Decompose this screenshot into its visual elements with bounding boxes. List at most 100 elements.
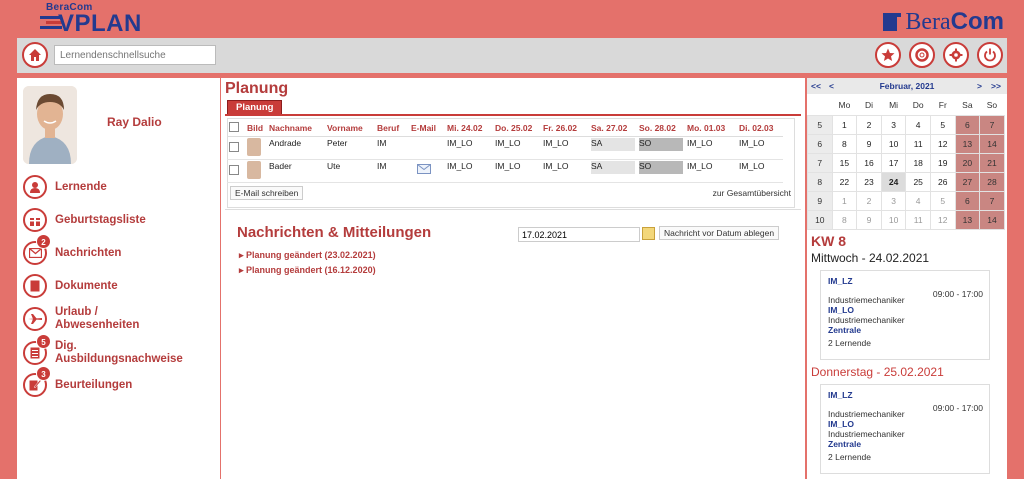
calendar-day[interactable]: 17 <box>880 152 907 173</box>
cell-nachname[interactable]: Bader <box>267 159 325 183</box>
cell-day[interactable]: IM_LO <box>737 136 783 160</box>
row-checkbox[interactable] <box>229 142 239 152</box>
calendar-day[interactable]: 22 <box>831 171 858 192</box>
cell-day[interactable]: IM_LO <box>445 136 493 160</box>
calendar-day[interactable]: 11 <box>905 209 931 230</box>
next-month-button[interactable]: > <box>977 81 982 91</box>
event-card[interactable]: IM_LZ 09:00 - 17:00 Industriemechaniker … <box>820 270 990 360</box>
archive-date-input[interactable] <box>518 227 640 242</box>
sidebar-item-beurteilungen[interactable]: 3 Beurteilungen <box>23 366 218 397</box>
tab-planung[interactable]: Planung <box>227 100 283 114</box>
calendar-picker-icon[interactable] <box>642 227 655 240</box>
calendar-day[interactable]: 8 <box>831 209 858 230</box>
calendar-day[interactable]: 1 <box>831 190 858 211</box>
calendar-day[interactable]: 5 <box>929 114 956 135</box>
event-card[interactable]: IM_LZ 09:00 - 17:00 Industriemechaniker … <box>820 384 990 474</box>
calendar-day[interactable]: 24 <box>880 171 907 192</box>
select-all-checkbox[interactable] <box>229 122 239 132</box>
cell-day[interactable]: IM_LO <box>541 136 589 160</box>
calendar-week-number[interactable]: 10 <box>807 209 833 230</box>
sidebar-item-dokumente[interactable]: Dokumente <box>23 274 218 298</box>
col-header[interactable]: Mi. 24.02 <box>445 120 493 137</box>
calendar-day[interactable]: 9 <box>856 133 882 154</box>
cell-day[interactable]: IM_LO <box>685 159 737 183</box>
cell-day[interactable]: IM_LO <box>493 159 541 183</box>
calendar-day[interactable]: 3 <box>880 190 907 211</box>
calendar-day[interactable]: 10 <box>880 133 907 154</box>
sidebar-item-urlaub[interactable]: Urlaub / Abwesenheiten <box>23 306 218 332</box>
calendar-day[interactable]: 5 <box>929 190 956 211</box>
col-header[interactable]: Di. 02.03 <box>737 120 783 137</box>
calendar-week-number[interactable]: 7 <box>807 152 833 173</box>
calendar-day[interactable]: 4 <box>905 114 931 135</box>
calendar-day[interactable]: 27 <box>954 171 981 192</box>
calendar-day[interactable]: 8 <box>831 133 858 154</box>
cell-day[interactable]: SA <box>591 138 635 151</box>
calendar-day[interactable]: 2 <box>856 190 882 211</box>
calendar-day[interactable]: 14 <box>979 133 1005 154</box>
calendar-day[interactable]: 7 <box>979 114 1005 135</box>
calendar-day[interactable]: 11 <box>905 133 931 154</box>
calendar-day[interactable]: 16 <box>856 152 882 173</box>
calendar-day[interactable]: 14 <box>979 209 1005 230</box>
cell-day[interactable]: IM_LO <box>737 159 783 183</box>
calendar-day[interactable]: 20 <box>954 152 981 173</box>
search-input[interactable] <box>54 45 216 65</box>
calendar-day[interactable]: 26 <box>929 171 956 192</box>
cell-day[interactable]: SA <box>591 161 635 174</box>
calendar-day[interactable]: 15 <box>831 152 858 173</box>
calendar-day[interactable]: 1 <box>831 114 858 135</box>
calendar-day[interactable]: 28 <box>979 171 1005 192</box>
calendar-week-number[interactable]: 5 <box>807 114 833 135</box>
message-item[interactable]: Planung geändert (23.02.2021) <box>239 250 376 261</box>
col-header[interactable]: Do. 25.02 <box>493 120 541 137</box>
cell-day[interactable]: IM_LO <box>493 136 541 160</box>
email-write-button[interactable]: E-Mail schreiben <box>230 186 304 200</box>
cell-day[interactable]: IM_LO <box>685 136 737 160</box>
vplan-logo[interactable]: BeraCom VPLAN <box>20 2 141 37</box>
cell-day[interactable]: SO <box>639 161 683 174</box>
col-header[interactable]: Beruf <box>375 120 409 137</box>
row-checkbox[interactable] <box>229 165 239 175</box>
col-header[interactable]: Nachname <box>267 120 325 137</box>
sidebar-item-lernende[interactable]: Lernende <box>23 175 218 199</box>
calendar-day[interactable]: 3 <box>880 114 907 135</box>
calendar-day[interactable]: 10 <box>880 209 907 230</box>
calendar-day[interactable]: 23 <box>856 171 882 192</box>
calendar-week-number[interactable]: 8 <box>807 171 833 192</box>
calendar-day[interactable]: 13 <box>954 133 981 154</box>
cell-day[interactable]: IM_LO <box>445 159 493 183</box>
calendar-day[interactable]: 7 <box>979 190 1005 211</box>
calendar-day[interactable]: 12 <box>929 133 956 154</box>
cell-nachname[interactable]: Andrade <box>267 136 325 160</box>
sidebar-item-nachrichten[interactable]: 2 Nachrichten <box>23 234 218 265</box>
overview-link[interactable]: zur Gesamtübersicht <box>713 188 791 198</box>
home-button[interactable] <box>22 42 48 68</box>
calendar-day[interactable]: 13 <box>954 209 981 230</box>
logout-button[interactable] <box>977 42 1003 68</box>
calendar-day[interactable]: 12 <box>929 209 956 230</box>
favorites-button[interactable] <box>875 42 901 68</box>
calendar-day[interactable]: 6 <box>954 190 981 211</box>
sidebar-item-geburtstagsliste[interactable]: Geburtstagsliste <box>23 208 218 232</box>
sidebar-item-ausbildungsnachweise[interactable]: 5 Dig. Ausbildungsnachweise <box>23 334 218 366</box>
col-header[interactable]: Bild <box>245 120 267 137</box>
cell-day[interactable]: IM_LO <box>541 159 589 183</box>
col-header[interactable]: Fr. 26.02 <box>541 120 589 137</box>
col-header[interactable]: Sa. 27.02 <box>589 120 637 137</box>
next-year-button[interactable]: >> <box>991 81 1001 91</box>
settings-button[interactable] <box>943 42 969 68</box>
calendar-day[interactable]: 6 <box>954 114 981 135</box>
col-header[interactable]: So. 28.02 <box>637 120 685 137</box>
calendar-day[interactable]: 25 <box>905 171 931 192</box>
archive-messages-button[interactable]: Nachricht vor Datum ablegen <box>659 226 780 240</box>
help-button[interactable] <box>909 42 935 68</box>
calendar-day[interactable]: 21 <box>979 152 1005 173</box>
calendar-week-number[interactable]: 9 <box>807 190 833 211</box>
col-header[interactable]: Vorname <box>325 120 375 137</box>
email-icon[interactable] <box>417 164 431 174</box>
calendar-day[interactable]: 18 <box>905 152 931 173</box>
calendar-day[interactable]: 19 <box>929 152 956 173</box>
calendar-day[interactable]: 4 <box>905 190 931 211</box>
cell-day[interactable]: SO <box>639 138 683 151</box>
